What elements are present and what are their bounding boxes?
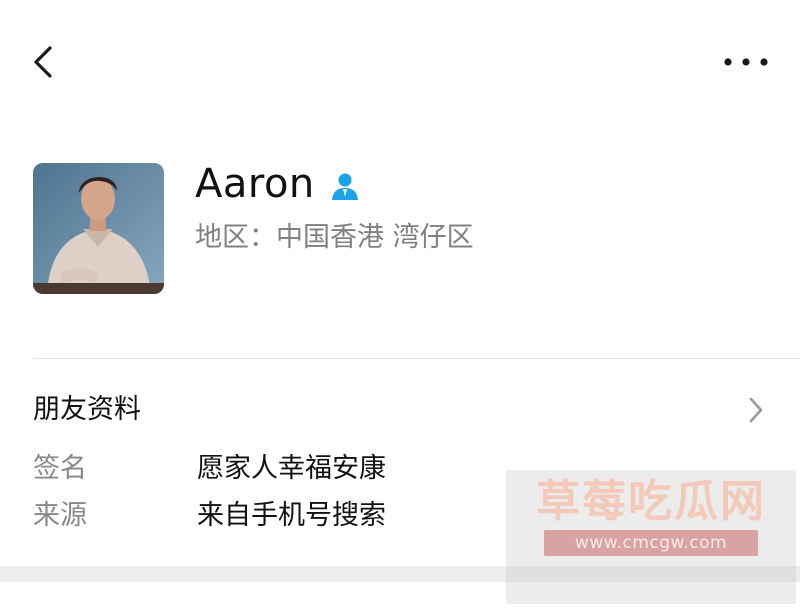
watermark-url: www.cmcgw.com bbox=[574, 533, 728, 553]
section-divider bbox=[33, 358, 800, 359]
signature-label: 签名 bbox=[33, 453, 87, 484]
chevron-right-icon bbox=[746, 394, 766, 426]
friend-info-title: 朋友资料 bbox=[33, 394, 141, 425]
contact-profile-page: Aaron 地区：中国香港 湾仔区 朋友资料 签名 愿家人幸福安康 来源 来自手… bbox=[0, 0, 800, 608]
back-button[interactable] bbox=[26, 38, 66, 86]
region-text: 地区：中国香港 湾仔区 bbox=[195, 222, 474, 253]
profile-name-row: Aaron bbox=[195, 158, 361, 210]
watermark-url-bar: www.cmcgw.com bbox=[544, 530, 758, 556]
avatar[interactable] bbox=[33, 163, 164, 294]
profile-name: Aaron bbox=[195, 161, 315, 207]
chevron-left-icon bbox=[34, 46, 52, 78]
watermark: 草莓吃瓜网 www.cmcgw.com bbox=[506, 470, 796, 604]
signature-value: 愿家人幸福安康 bbox=[197, 453, 386, 484]
watermark-title: 草莓吃瓜网 bbox=[536, 476, 766, 527]
user-icon bbox=[329, 170, 361, 202]
friend-info-entry[interactable]: 朋友资料 bbox=[0, 382, 800, 440]
source-value: 来自手机号搜索 bbox=[197, 500, 386, 531]
avatar-photo bbox=[33, 163, 164, 294]
source-label: 来源 bbox=[33, 500, 87, 531]
more-horizontal-icon bbox=[724, 58, 768, 66]
more-options-button[interactable] bbox=[718, 44, 774, 80]
